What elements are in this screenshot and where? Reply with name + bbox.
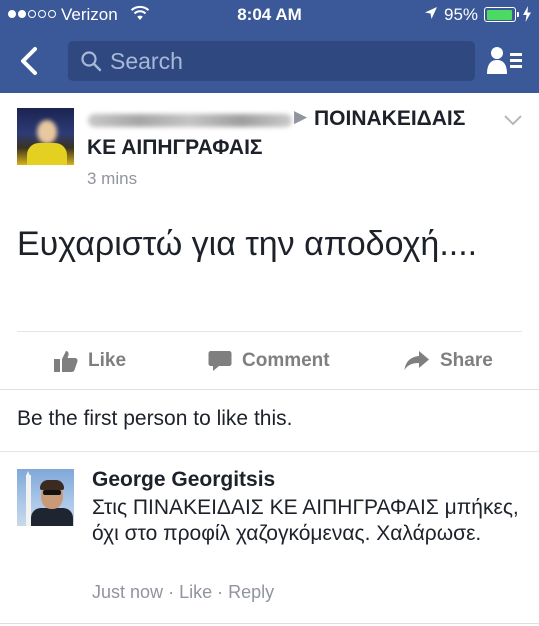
divider xyxy=(0,451,539,452)
post-actions: Like Comment Share xyxy=(0,332,539,389)
comment-label: Comment xyxy=(242,349,330,371)
navigation-header: Verizon 8:04 AM 95% Search xyxy=(0,0,539,93)
comment-meta: Just now · Like · Reply xyxy=(92,582,274,603)
post-text: Ευχαριστώ για την αποδοχή.... xyxy=(17,225,478,263)
back-chevron-icon[interactable] xyxy=(14,44,44,78)
thumbs-up-icon xyxy=(54,350,78,372)
like-label: Like xyxy=(88,349,127,371)
divider xyxy=(0,389,539,390)
location-arrow-icon xyxy=(425,7,437,19)
poster-avatar[interactable] xyxy=(17,108,74,165)
post-timestamp[interactable]: 3 mins xyxy=(87,169,137,189)
battery-icon xyxy=(484,7,519,22)
chevron-down-icon[interactable] xyxy=(503,113,523,127)
status-bar: Verizon 8:04 AM 95% xyxy=(0,0,539,30)
redacted-author-name xyxy=(88,114,292,127)
comment-button[interactable]: Comment xyxy=(208,332,330,389)
charging-bolt-icon xyxy=(523,6,531,22)
arrow-right-icon: ▶ xyxy=(294,107,308,126)
comment-like-link[interactable]: Like xyxy=(179,582,212,602)
likes-summary: Be the first person to like this. xyxy=(17,407,293,430)
meta-separator: · xyxy=(217,582,224,602)
friend-requests-icon[interactable] xyxy=(485,44,525,78)
commenter-avatar[interactable] xyxy=(17,469,74,526)
battery-fill xyxy=(486,9,513,20)
meta-separator: · xyxy=(168,582,175,602)
like-button[interactable]: Like xyxy=(54,332,126,389)
share-button[interactable]: Share xyxy=(404,332,493,389)
comment-reply-link[interactable]: Reply xyxy=(228,582,274,602)
divider xyxy=(0,623,539,624)
search-input[interactable]: Search xyxy=(68,41,475,81)
share-arrow-icon xyxy=(404,350,429,370)
share-label: Share xyxy=(440,349,493,371)
comment-timestamp: Just now xyxy=(92,582,164,602)
group-name[interactable]: ΠΟΙΝΑΚΕΙΔΑΙΣ xyxy=(314,107,465,131)
comment-bubble-icon xyxy=(208,350,232,371)
battery-percent: 95% xyxy=(444,5,479,24)
comment-text: Στις ΠΙΝΑΚΕΙΔΑΙΣ ΚΕ ΑΙΠΗΓΡΑΦΑΙΣ μπήκες, … xyxy=(92,496,519,545)
group-name-continued[interactable]: ΚΕ ΑΙΠΗΓΡΑΦΑΙΣ xyxy=(87,136,263,160)
commenter-name[interactable]: George Georgitsis xyxy=(92,468,275,492)
search-icon xyxy=(81,51,102,72)
search-placeholder: Search xyxy=(110,47,183,74)
